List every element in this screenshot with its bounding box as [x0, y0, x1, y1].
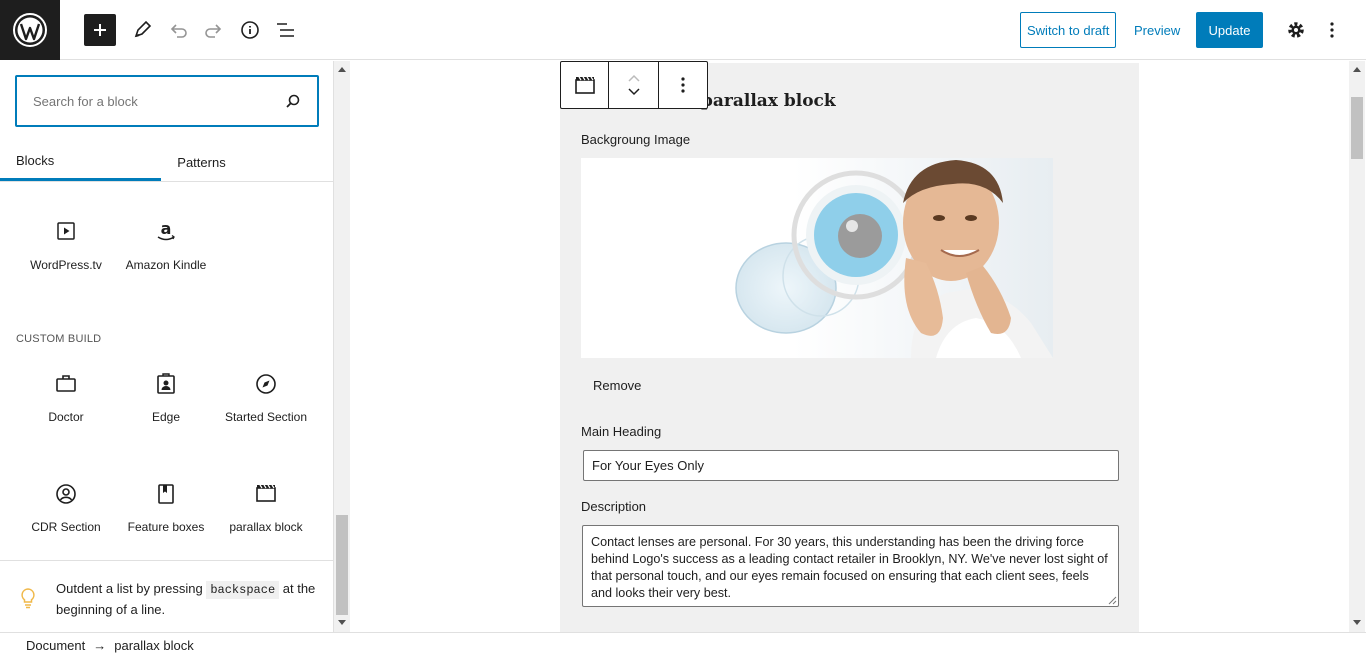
block-options-button[interactable]	[659, 62, 707, 108]
chevron-up-icon[interactable]	[627, 74, 641, 83]
undo-icon	[170, 24, 187, 38]
block-label: Doctor	[48, 410, 84, 424]
breadcrumb-document[interactable]: Document	[26, 638, 85, 653]
inserter-tabs: Blocks Patterns	[0, 142, 333, 182]
list-view-button[interactable]	[270, 14, 302, 46]
description-label: Description	[581, 499, 647, 514]
main-heading-input[interactable]: For Your Eyes Only	[583, 450, 1119, 481]
block-inserter-button[interactable]	[84, 14, 116, 46]
block-label: Feature boxes	[127, 520, 205, 534]
info-icon	[241, 21, 259, 39]
tools-button[interactable]	[126, 14, 158, 46]
description-textarea[interactable]: Contact lenses are personal. For 30 year…	[582, 525, 1119, 607]
more-vertical-icon	[1330, 22, 1334, 38]
tab-patterns[interactable]: Patterns	[161, 142, 242, 182]
tip-key: backspace	[206, 581, 280, 599]
settings-button[interactable]	[1280, 14, 1312, 46]
compass-icon	[256, 374, 276, 394]
block-parallax[interactable]: parallax block	[216, 483, 316, 535]
editor-scrollbar[interactable]	[1349, 61, 1365, 632]
category-label: CUSTOM BUILD	[16, 333, 102, 345]
block-started-section[interactable]: Started Section	[216, 373, 316, 425]
breadcrumb-separator: →	[93, 637, 107, 653]
options-button[interactable]	[1316, 14, 1348, 46]
block-feature-boxes[interactable]: Feature boxes	[116, 483, 216, 535]
block-edge[interactable]: Edge	[116, 373, 216, 425]
block-label: Amazon Kindle	[125, 258, 207, 272]
id-card-icon	[157, 373, 175, 394]
list-view-icon	[277, 23, 294, 37]
undo-button[interactable]	[162, 14, 194, 46]
gear-icon	[1288, 22, 1304, 38]
block-label: WordPress.tv	[30, 258, 102, 272]
block-doctor[interactable]: Doctor	[16, 373, 116, 425]
main-heading-label: Main Heading	[581, 424, 662, 439]
switch-to-draft-button[interactable]: Switch to draft	[1020, 12, 1117, 48]
redo-button[interactable]	[198, 14, 230, 46]
svg-text:a: a	[161, 221, 172, 238]
video-icon	[57, 222, 75, 240]
details-button[interactable]	[234, 14, 266, 46]
block-wordpress-tv[interactable]: WordPress.tv	[16, 221, 116, 273]
inserter-tip: Outdent a list by pressing backspace at …	[0, 560, 333, 632]
background-image-label: Backgroung Image	[581, 132, 691, 147]
top-toolbar: Switch to draft Preview Update	[0, 0, 1366, 60]
redo-icon	[205, 24, 222, 38]
block-amazon-kindle[interactable]: a Amazon Kindle	[116, 221, 216, 273]
block-title: parallax block	[701, 91, 836, 111]
block-label: Started Section	[224, 410, 308, 424]
background-image	[581, 158, 1053, 358]
block-search-input[interactable]	[33, 93, 285, 109]
block-cdr-section[interactable]: CDR Section	[16, 483, 116, 535]
block-label: Edge	[151, 410, 181, 424]
user-circle-icon	[56, 484, 76, 504]
block-label: CDR Section	[31, 520, 101, 534]
block-search[interactable]	[15, 75, 319, 127]
book-icon	[158, 484, 174, 504]
block-toolbar	[560, 61, 708, 109]
editor-canvas: parallax block Backgroung Image Remove M…	[351, 61, 1349, 632]
briefcase-icon	[56, 375, 76, 392]
resize-handle-icon[interactable]	[1107, 595, 1117, 605]
sidebar-scrollbar[interactable]	[334, 61, 350, 632]
lightbulb-icon	[21, 588, 35, 609]
search-icon	[286, 94, 300, 108]
breadcrumb: Document → parallax block	[0, 632, 1366, 657]
sidebar-scroll-thumb[interactable]	[336, 515, 348, 615]
tab-blocks[interactable]: Blocks	[0, 142, 161, 181]
tip-text: Outdent a list by pressing backspace at …	[56, 581, 316, 617]
block-mover	[609, 62, 659, 108]
amazon-icon: a	[157, 221, 175, 241]
block-type-button[interactable]	[561, 62, 609, 108]
film-icon	[256, 484, 276, 502]
block-label: parallax block	[229, 520, 303, 534]
breadcrumb-current-block[interactable]: parallax block	[114, 638, 194, 653]
contact-lens-photo-image	[581, 158, 1053, 358]
chevron-down-icon[interactable]	[627, 87, 641, 96]
more-vertical-icon	[681, 77, 685, 93]
remove-image-button[interactable]: Remove	[593, 378, 641, 393]
update-button[interactable]: Update	[1196, 12, 1263, 48]
plus-icon	[94, 24, 106, 36]
block-inserter-panel: Blocks Patterns WordPress.tv a Amazon Ki…	[0, 61, 334, 632]
wordpress-logo-icon[interactable]	[0, 0, 60, 60]
pencil-icon	[134, 20, 152, 38]
editor-scroll-thumb[interactable]	[1351, 97, 1363, 159]
preview-button[interactable]: Preview	[1126, 12, 1188, 48]
film-icon	[574, 76, 595, 94]
